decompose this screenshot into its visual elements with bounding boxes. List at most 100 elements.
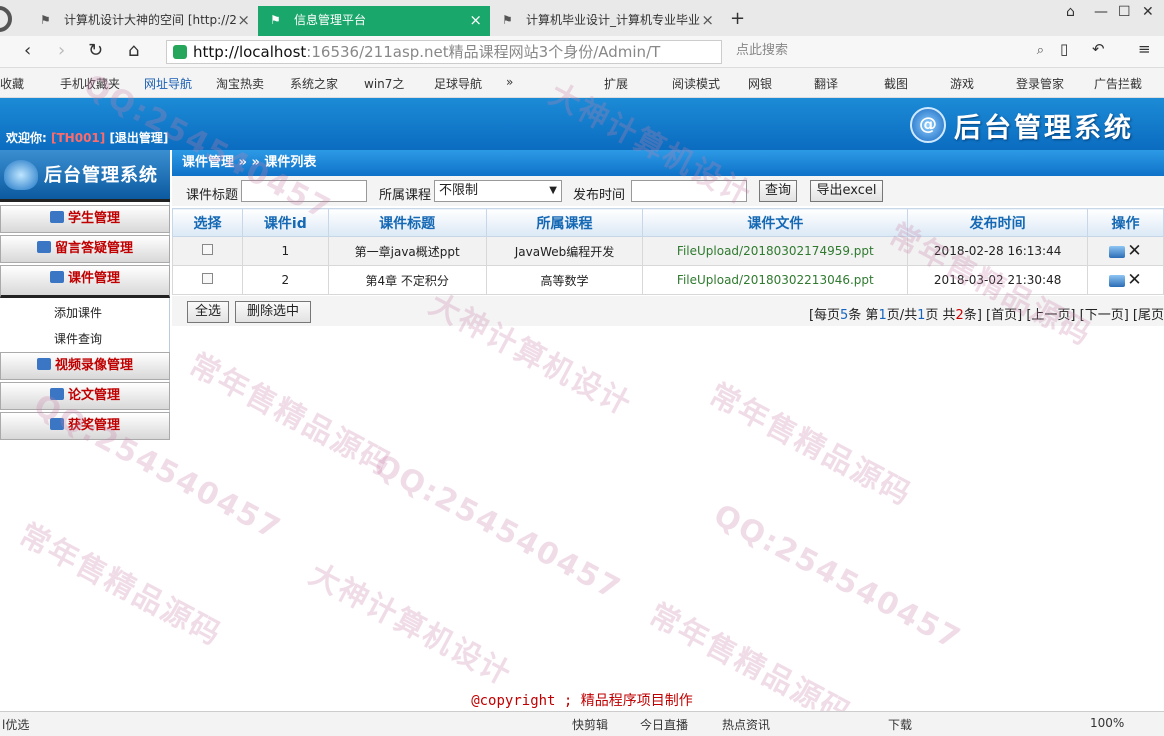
status-live[interactable]: 今日直播 [640, 716, 688, 733]
phone-icon[interactable]: ▯ [1060, 40, 1068, 58]
tool-games[interactable]: 游戏 [950, 75, 974, 92]
cell-actions: ✕ [1087, 265, 1164, 295]
home-icon[interactable]: ⌂ [128, 40, 139, 61]
pager-last[interactable]: [尾页 [1133, 308, 1164, 323]
submenu-add-courseware[interactable]: 添加课件 [54, 304, 102, 321]
close-window-icon[interactable]: ✕ [1142, 4, 1154, 20]
url-field[interactable]: http://localhost:16536/211asp.net精品课程网站3… [166, 40, 722, 64]
col-course: 所属课程 [485, 208, 644, 237]
bookmark-taobao[interactable]: 淘宝热卖 [216, 75, 264, 92]
query-button[interactable]: 查询 [759, 180, 797, 202]
file-link[interactable]: FileUpload/20180302174959.ppt [677, 244, 874, 258]
sidebar-item-messages[interactable]: 留言答疑管理 [0, 235, 170, 263]
select-all-button[interactable]: 全选 [187, 301, 229, 323]
copyright-text: @copyright ; 精品程序项目制作 [471, 693, 693, 709]
bookmark-favorites[interactable]: 收藏 [0, 75, 24, 92]
status-quick-edit[interactable]: 快剪辑 [572, 716, 608, 733]
course-filter-label: 所属课程 [379, 188, 432, 203]
tool-login-manager[interactable]: 登录管家 [1016, 75, 1064, 92]
menu-icon [49, 418, 64, 430]
edit-icon[interactable] [1109, 275, 1126, 287]
tab-1[interactable]: ⚑ 计算机设计大神的空间 [http://2 × [28, 6, 258, 36]
tab-3[interactable]: ⚑ 计算机毕业设计_计算机专业毕业 × [490, 6, 722, 36]
maximize-icon[interactable]: ☐ [1118, 4, 1131, 20]
menu-icon [36, 358, 51, 370]
delete-selected-button[interactable]: 删除选中 [235, 301, 311, 323]
bookmark-more[interactable]: » [506, 75, 513, 89]
file-link[interactable]: FileUpload/20180302213046.ppt [677, 273, 874, 287]
zoom-level[interactable]: 100% [1090, 716, 1124, 730]
bookmark-mobile[interactable]: 手机收藏夹 [60, 75, 120, 92]
tool-reader[interactable]: 阅读模式 [672, 75, 720, 92]
chevron-down-icon: ▼ [549, 185, 557, 196]
pager-prev[interactable]: [上一页] [1026, 308, 1075, 323]
delete-icon[interactable]: ✕ [1127, 241, 1141, 261]
tool-bank[interactable]: 网银 [748, 75, 772, 92]
submenu-query-courseware[interactable]: 课件查询 [54, 330, 102, 347]
tab-label: 计算机毕业设计_计算机专业毕业 [526, 13, 701, 27]
cell-file: FileUpload/20180302174959.ppt [642, 236, 909, 266]
close-tab-icon[interactable]: × [469, 11, 482, 29]
course-filter-value: 不限制 [439, 183, 479, 198]
header-logo: @ 后台管理系统 [910, 104, 1134, 146]
bookmark-xitong[interactable]: 系统之家 [290, 75, 338, 92]
title-filter-input[interactable] [241, 180, 367, 202]
sidebar-item-label: 视频录像管理 [54, 358, 133, 373]
undo-icon[interactable]: ↶ [1092, 40, 1105, 58]
edit-icon[interactable] [1109, 246, 1126, 258]
tool-screenshot[interactable]: 截图 [884, 75, 908, 92]
watermark: 大神计算机设计 [303, 557, 518, 694]
search-input[interactable]: 点此搜索 ⌕ [728, 40, 1048, 64]
col-title: 课件标题 [327, 208, 487, 237]
courseware-table: 选择 课件id 课件标题 所属课程 课件文件 发布时间 操作 1 第一章java… [172, 208, 1164, 295]
tool-extensions[interactable]: 扩展 [604, 75, 628, 92]
tool-translate[interactable]: 翻译 [814, 75, 838, 92]
watermark: QQ:254540457 [707, 497, 968, 658]
forward-icon[interactable]: › [58, 40, 65, 61]
minimize-icon[interactable]: — [1094, 4, 1108, 20]
pager-first[interactable]: [首页] [986, 308, 1022, 323]
back-icon[interactable]: ‹ [24, 40, 31, 61]
pager-next[interactable]: [下一页] [1080, 308, 1129, 323]
time-filter-label: 发布时间 [573, 188, 626, 203]
tab-2[interactable]: ⚑ 信息管理平台 × [258, 6, 490, 36]
cell-course: JavaWeb编程开发 [485, 236, 644, 266]
shirt-icon[interactable]: ⌂ [1066, 4, 1075, 20]
menu-icon [36, 241, 51, 253]
col-actions: 操作 [1087, 208, 1164, 237]
sidebar-item-students[interactable]: 学生管理 [0, 205, 170, 233]
tool-adblock[interactable]: 广告拦截 [1094, 75, 1142, 92]
search-icon[interactable]: ⌕ [1037, 40, 1044, 62]
bookmark-nav[interactable]: 网址导航 [144, 75, 192, 92]
bookmark-win7[interactable]: win7之 [364, 75, 404, 92]
sidebar-item-courseware[interactable]: 课件管理 [0, 265, 170, 298]
sidebar-item-awards[interactable]: 获奖管理 [0, 412, 170, 440]
new-tab-button[interactable]: + [730, 8, 745, 29]
pager-text: 条 第 [848, 308, 879, 323]
export-excel-button[interactable]: 导出excel [810, 180, 883, 202]
menu-icon[interactable]: ≡ [1138, 40, 1151, 58]
menu-icon [49, 211, 64, 223]
octopus-logo-icon [4, 160, 38, 190]
sidebar: 后台管理系统 学生管理 留言答疑管理 课件管理 添加课件 课件查询 视频录像管理… [0, 150, 170, 440]
profile-avatar-icon[interactable] [0, 6, 12, 32]
delete-icon[interactable]: ✕ [1127, 270, 1141, 290]
row-checkbox[interactable] [201, 273, 213, 284]
course-filter-select[interactable]: 不限制 ▼ [434, 180, 562, 202]
status-hot-news[interactable]: 热点资讯 [722, 716, 770, 733]
pager-text: 条] [963, 308, 982, 323]
pager-total-items: 2 [955, 308, 964, 323]
sidebar-item-video[interactable]: 视频录像管理 [0, 352, 170, 380]
reload-icon[interactable]: ↻ [88, 40, 103, 61]
sidebar-item-papers[interactable]: 论文管理 [0, 382, 170, 410]
row-checkbox[interactable] [201, 244, 213, 255]
close-tab-icon[interactable]: × [237, 11, 250, 29]
close-tab-icon[interactable]: × [701, 11, 714, 29]
row-checkbox-cell [172, 265, 243, 295]
at-logo-icon: @ [910, 107, 946, 143]
bookmark-football[interactable]: 足球导航 [434, 75, 482, 92]
status-download[interactable]: 下载 [888, 716, 912, 733]
logout-link[interactable]: [退出管理] [109, 131, 168, 145]
time-filter-input[interactable] [631, 180, 747, 202]
cell-time: 2018-02-28 16:13:44 [907, 236, 1089, 266]
